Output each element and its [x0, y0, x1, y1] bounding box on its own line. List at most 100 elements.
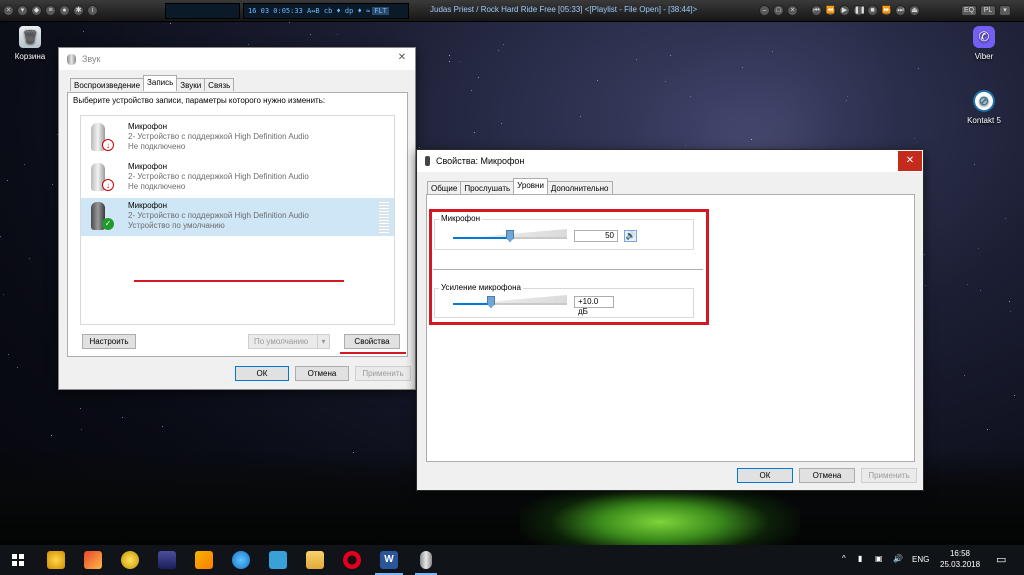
device-desc: 2- Устройство с поддержкой High Definiti… — [128, 172, 309, 181]
star — [498, 50, 499, 51]
properties-tabs: Общие Прослушать Уровни Дополнительно — [427, 178, 613, 194]
taskbar-app-7-icon[interactable] — [269, 551, 287, 569]
properties-close-icon[interactable]: ✕ — [898, 151, 922, 171]
taskbar-app-1-icon[interactable] — [47, 551, 65, 569]
player-close-icon[interactable]: × — [3, 5, 14, 16]
properties-ok-button[interactable]: ОК — [737, 468, 793, 483]
star — [914, 138, 915, 139]
sound-cancel-button[interactable]: Отмена — [295, 366, 349, 381]
tray-app-icon[interactable]: ▣ — [875, 554, 883, 563]
device-status: Не подключено — [128, 182, 186, 191]
annotation-underline-properties — [340, 352, 406, 354]
player-record-icon[interactable]: ● — [59, 5, 70, 16]
configure-button[interactable]: Настроить — [82, 334, 136, 349]
forward-icon[interactable]: ⏩ — [881, 5, 892, 16]
tab-listen[interactable]: Прослушать — [460, 181, 515, 194]
sound-close-icon[interactable]: ✕ — [389, 48, 415, 68]
tab-sounds[interactable]: Звуки — [176, 78, 206, 91]
device-row-2[interactable]: ↓ Микрофон 2- Устройство с поддержкой Hi… — [81, 159, 394, 197]
star — [337, 34, 338, 35]
sound-settings-icon[interactable] — [415, 551, 437, 575]
device-row-1[interactable]: ↓ Микрофон 2- Устройство с поддержкой Hi… — [81, 119, 394, 157]
opera-icon[interactable] — [343, 551, 361, 569]
next-track-icon[interactable]: ⏭ — [895, 5, 906, 16]
prev-track-icon[interactable]: ⏮ — [811, 5, 822, 16]
star — [248, 44, 249, 45]
player-playlist-icon[interactable]: ≡ — [45, 5, 56, 16]
star — [449, 61, 450, 62]
player-max-icon[interactable]: □ — [773, 5, 784, 16]
tab-general[interactable]: Общие — [427, 181, 462, 194]
desktop-icon-viber[interactable]: ✆ Viber — [954, 26, 1014, 61]
tray-chevron-icon[interactable]: ^ — [842, 554, 846, 563]
windows-start-icon[interactable] — [12, 554, 24, 566]
eject-icon[interactable]: ⏏ — [909, 5, 920, 16]
taskbar-app-3-icon[interactable] — [121, 551, 139, 569]
language-indicator[interactable]: ENG — [912, 555, 929, 564]
tab-playback[interactable]: Воспроизведение — [70, 78, 145, 91]
recycle-bin-icon: 🗑 — [19, 26, 41, 48]
player-pl-toggle[interactable]: PL — [980, 5, 996, 16]
sound-titlebar: Звук ✕ — [59, 48, 415, 70]
properties-apply-button[interactable]: Применить — [861, 468, 917, 483]
sound-title: Звук — [82, 54, 101, 64]
stop-icon[interactable]: ■ — [867, 5, 878, 16]
sound-apply-button[interactable]: Применить — [355, 366, 411, 381]
star — [162, 426, 163, 427]
rewind-icon[interactable]: ⏪ — [825, 5, 836, 16]
file-explorer-icon[interactable] — [306, 551, 324, 569]
tab-levels[interactable]: Уровни — [513, 178, 548, 194]
kontakt-label: Kontakt 5 — [967, 116, 1001, 125]
player-track-title: Judas Priest / Rock Hard Ride Free [05:3… — [430, 5, 698, 14]
properties-button[interactable]: Свойства — [344, 334, 400, 349]
chevron-down-icon[interactable]: ▾ — [317, 335, 329, 348]
star — [925, 285, 926, 286]
word-icon[interactable]: W — [375, 551, 403, 575]
network-icon[interactable]: ▮ — [858, 554, 862, 563]
star — [597, 80, 598, 81]
fl-studio-icon[interactable] — [195, 551, 213, 569]
star — [170, 23, 171, 24]
player-x-icon[interactable]: × — [787, 5, 798, 16]
star — [665, 81, 666, 82]
star — [1014, 395, 1015, 396]
properties-cancel-button[interactable]: Отмена — [799, 468, 855, 483]
tab-communications[interactable]: Связь — [204, 78, 235, 91]
star — [17, 367, 18, 368]
player-min-icon[interactable]: – — [759, 5, 770, 16]
device-row-3[interactable]: ✓ Микрофон 2- Устройство с поддержкой Hi… — [81, 198, 394, 236]
star — [353, 452, 354, 453]
clock[interactable]: 16:58 25.03.2018 — [940, 549, 980, 569]
set-default-button[interactable]: По умолчанию ▾ — [248, 334, 330, 349]
tab-recording[interactable]: Запись — [143, 75, 178, 91]
taskbar-app-6-icon[interactable] — [232, 551, 250, 569]
player-info-icon[interactable]: i — [87, 5, 98, 16]
sound-ok-button[interactable]: ОК — [235, 366, 289, 381]
player-window-controls: – □ × — [756, 5, 798, 16]
player-extra-buttons: EQ PL ▾ — [958, 5, 1011, 16]
device-status: Не подключено — [128, 142, 186, 151]
star — [974, 164, 975, 165]
device-status: Устройство по умолчанию — [128, 221, 225, 230]
play-icon[interactable]: ▶ — [839, 5, 850, 16]
star — [449, 55, 450, 56]
star — [289, 22, 290, 23]
taskbar-app-2-icon[interactable] — [84, 551, 102, 569]
player-eq-toggle[interactable]: EQ — [961, 5, 977, 16]
player-lcd: 16 03 0:05:33 A↔B cb ♦ dp ♦ ≈ FLT — [243, 3, 409, 19]
pause-icon[interactable]: ❚❚ — [853, 5, 866, 16]
player-lcd-tag: FLT — [372, 7, 389, 15]
player-more-icon[interactable]: ▾ — [999, 5, 1011, 16]
sound-tabs: Воспроизведение Запись Звуки Связь — [70, 75, 235, 91]
desktop-icon-recycle-bin[interactable]: 🗑 Корзина — [0, 26, 60, 61]
player-settings-icon[interactable]: ✱ — [73, 5, 84, 16]
star — [987, 429, 988, 430]
star — [478, 77, 479, 78]
player-eq-icon[interactable]: ◆ — [31, 5, 42, 16]
desktop-icon-kontakt[interactable]: ⊘ Kontakt 5 — [954, 90, 1014, 125]
player-menu-icon[interactable]: ▾ — [17, 5, 28, 16]
notifications-icon[interactable]: ▭ — [996, 553, 1006, 566]
tab-advanced[interactable]: Дополнительно — [546, 181, 613, 194]
taskbar-app-4-icon[interactable] — [158, 551, 176, 569]
volume-icon[interactable]: 🔊 — [893, 554, 903, 563]
